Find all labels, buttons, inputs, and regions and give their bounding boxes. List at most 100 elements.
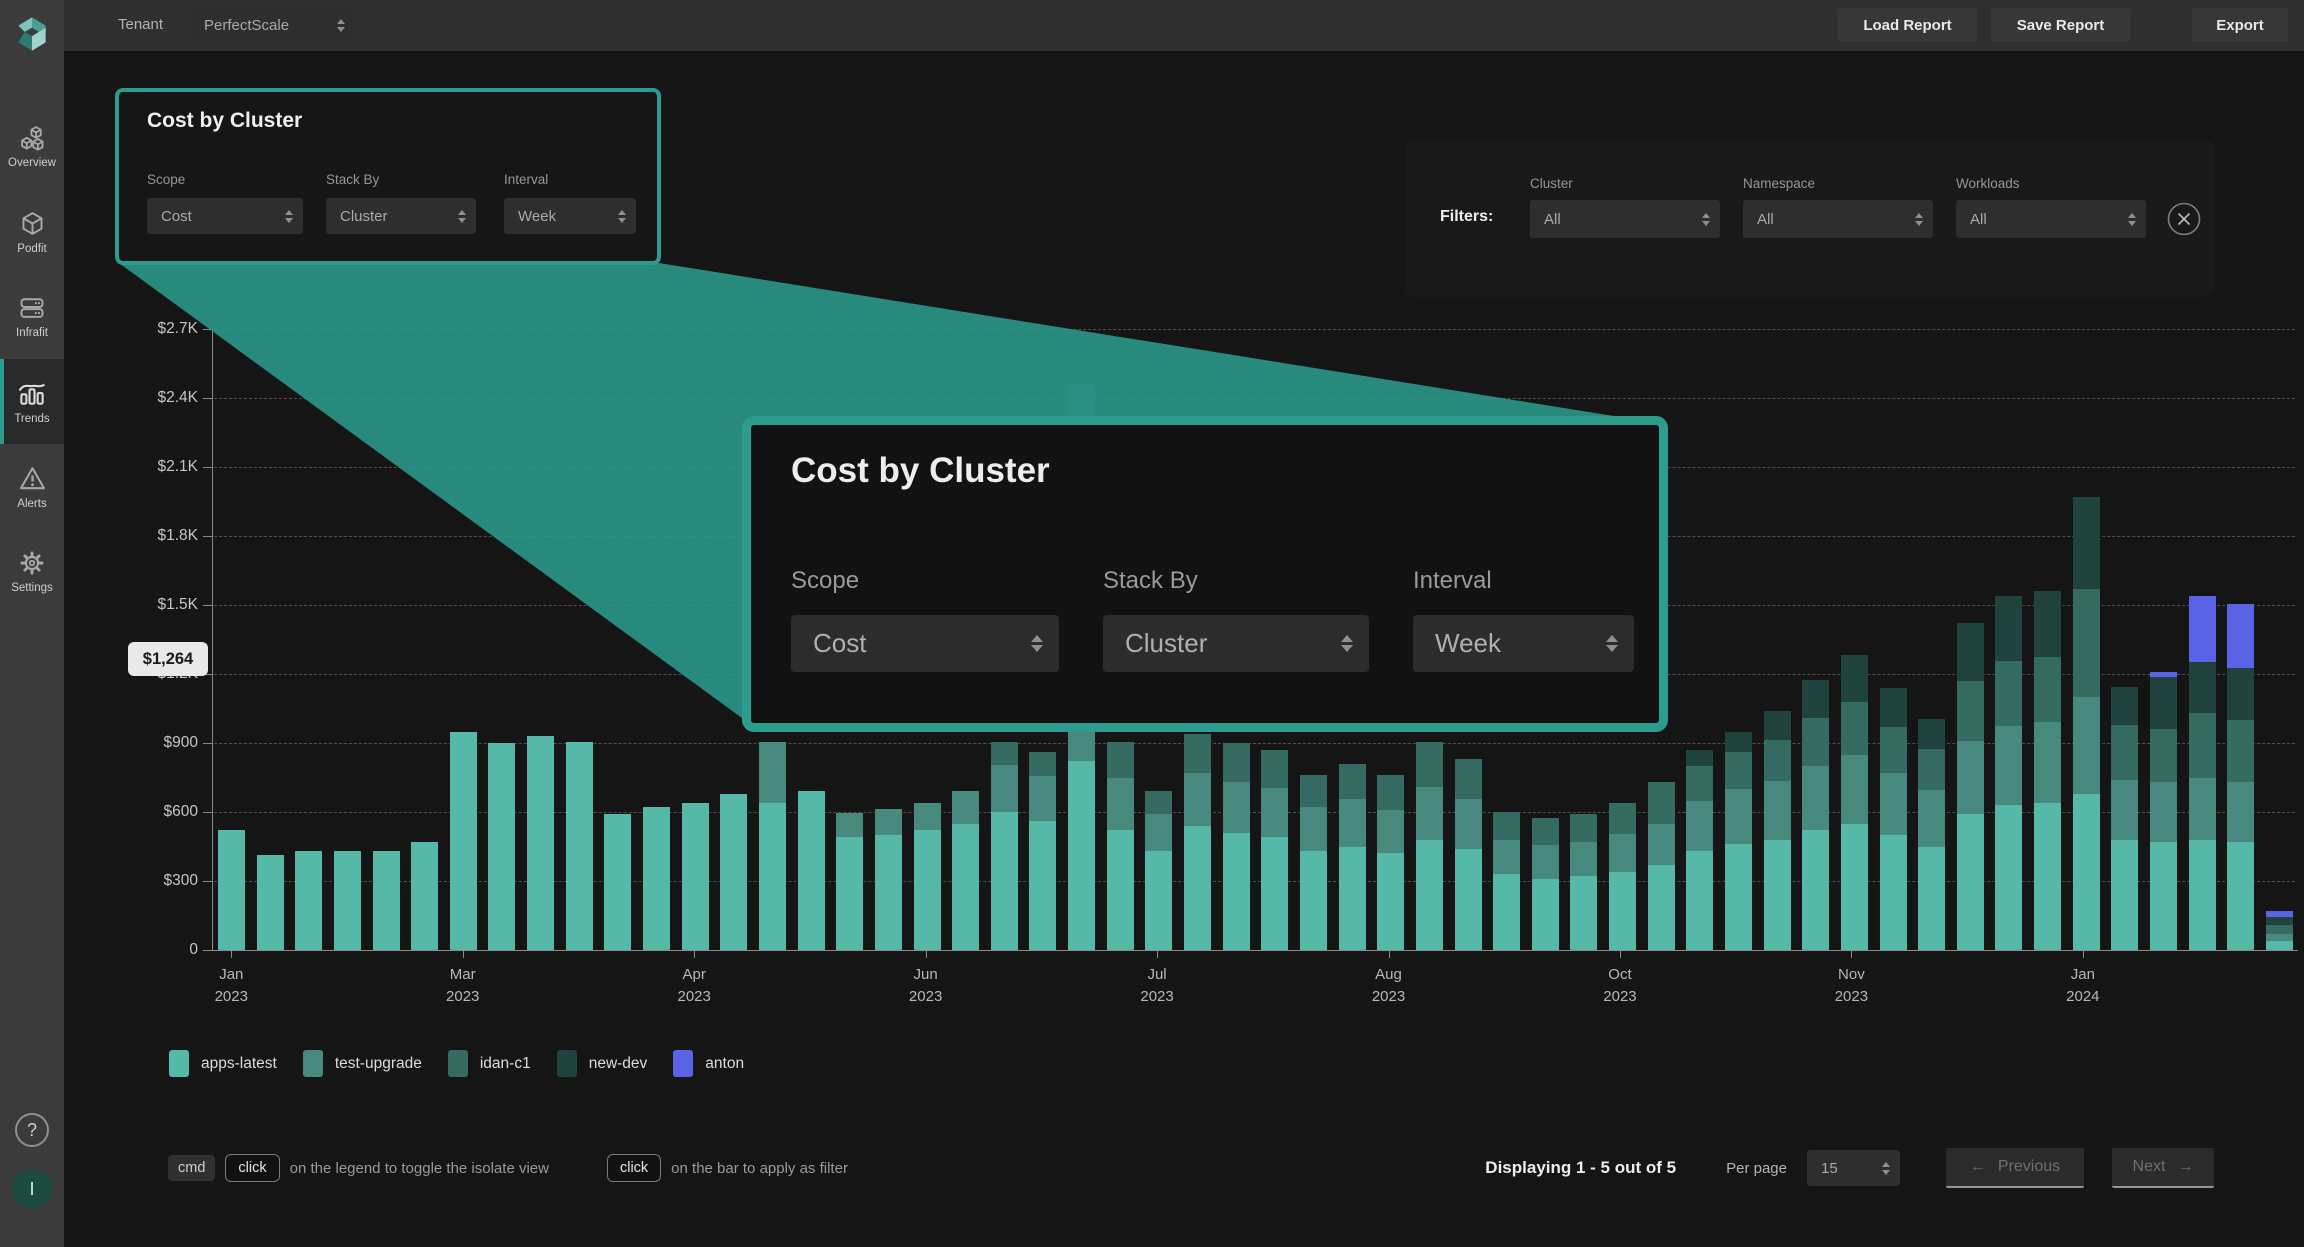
bar[interactable]	[2034, 591, 2061, 950]
x-tick-label: Jan2024	[2066, 964, 2099, 1008]
previous-button[interactable]: ← Previous	[1946, 1148, 2084, 1188]
y-tick	[203, 536, 212, 537]
bar-segment-apps-latest	[914, 830, 941, 950]
bar[interactable]	[798, 791, 825, 950]
bar[interactable]	[1609, 803, 1636, 950]
pagination: Displaying 1 - 5 out of 5 Per page 15 ← …	[1485, 1146, 2214, 1190]
bar[interactable]	[1184, 734, 1211, 950]
bar[interactable]	[1377, 775, 1404, 950]
sidebar-item-overview[interactable]: Overview	[0, 104, 64, 189]
bar[interactable]	[1725, 732, 1752, 951]
callout-scope-select[interactable]: Cost	[791, 615, 1059, 672]
bar[interactable]	[527, 736, 554, 950]
filter-cluster-select[interactable]: All	[1530, 200, 1720, 238]
bar-segment-test-upgrade	[1377, 810, 1404, 854]
bar-segment-apps-latest	[1416, 840, 1443, 950]
avatar[interactable]: I	[12, 1169, 52, 1209]
tenant-select[interactable]: PerfectScale	[190, 9, 355, 42]
bar[interactable]	[257, 855, 284, 950]
filters-panel: Filters: ClusterAllNamespaceAllWorkloads…	[1405, 140, 2215, 297]
bar[interactable]	[604, 814, 631, 950]
bar[interactable]	[2266, 911, 2293, 950]
sidebar: OverviewPodfit Infrafit Trends Alerts Se…	[0, 0, 64, 1247]
x-tick	[2083, 950, 2084, 958]
sidebar-item-trends[interactable]: Trends	[0, 359, 64, 444]
bar[interactable]	[2111, 687, 2138, 950]
bar[interactable]	[1648, 782, 1675, 950]
bar[interactable]	[1764, 711, 1791, 950]
sidebar-item-infrafit[interactable]: Infrafit	[0, 274, 64, 359]
clear-filters-icon[interactable]	[2167, 202, 2201, 236]
sidebar-item-alerts[interactable]: Alerts	[0, 444, 64, 529]
bar[interactable]	[1455, 759, 1482, 950]
bar[interactable]	[991, 742, 1018, 950]
load-report-button[interactable]: Load Report	[1838, 8, 1977, 42]
bar[interactable]	[1029, 752, 1056, 950]
bar[interactable]	[218, 830, 245, 950]
bar[interactable]	[643, 807, 670, 950]
bar[interactable]	[1957, 623, 1984, 950]
legend-item-test-upgrade[interactable]: test-upgrade	[303, 1050, 422, 1077]
bar[interactable]	[1416, 742, 1443, 950]
legend-item-new-dev[interactable]: new-dev	[557, 1050, 648, 1077]
bar[interactable]	[1300, 775, 1327, 950]
callout-interval-select[interactable]: Week	[1413, 615, 1634, 672]
legend-item-idan-c1[interactable]: idan-c1	[448, 1050, 531, 1077]
bar[interactable]	[1339, 764, 1366, 950]
callout-stackby-select[interactable]: Cluster	[1103, 615, 1369, 672]
bar[interactable]	[1841, 654, 1868, 950]
bar[interactable]	[1261, 750, 1288, 950]
bar[interactable]	[1145, 791, 1172, 950]
save-report-button[interactable]: Save Report	[1991, 8, 2130, 42]
bar[interactable]	[1570, 814, 1597, 950]
bar[interactable]	[1995, 596, 2022, 950]
interval-select[interactable]: Week	[504, 198, 636, 234]
bar-segment-test-upgrade	[1339, 799, 1366, 846]
bar[interactable]	[1532, 818, 1559, 950]
bar-segment-idan-c1	[2073, 589, 2100, 697]
bar[interactable]	[1802, 680, 1829, 950]
stackby-select[interactable]: Cluster	[326, 198, 476, 234]
scope-select[interactable]: Cost	[147, 198, 303, 234]
bar[interactable]	[488, 743, 515, 950]
next-button[interactable]: Next →	[2112, 1148, 2214, 1188]
bar[interactable]	[373, 851, 400, 950]
bar[interactable]	[295, 851, 322, 950]
bar[interactable]	[334, 851, 361, 950]
bar[interactable]	[1223, 743, 1250, 950]
bar[interactable]	[759, 742, 786, 950]
spinner-icon	[458, 210, 466, 223]
bar[interactable]	[875, 809, 902, 950]
bar[interactable]	[1880, 688, 1907, 950]
sidebar-item-podfit[interactable]: Podfit	[0, 189, 64, 274]
bar[interactable]	[952, 791, 979, 950]
bar[interactable]	[1107, 742, 1134, 950]
bar[interactable]	[450, 732, 477, 951]
bar[interactable]	[1493, 812, 1520, 950]
bar[interactable]	[411, 842, 438, 950]
legend-item-apps-latest[interactable]: apps-latest	[169, 1050, 277, 1077]
filter-workloads-select[interactable]: All	[1956, 200, 2146, 238]
legend-item-anton[interactable]: anton	[673, 1050, 744, 1077]
bar-segment-apps-latest	[1261, 837, 1288, 950]
bar-segment-test-upgrade	[2034, 722, 2061, 802]
filter-namespace-select[interactable]: All	[1743, 200, 1933, 238]
bar-segment-test-upgrade	[1493, 840, 1520, 874]
bar[interactable]	[566, 742, 593, 950]
bar[interactable]	[836, 813, 863, 950]
export-button[interactable]: Export	[2192, 8, 2288, 42]
bar[interactable]	[1686, 750, 1713, 950]
bar[interactable]	[2189, 596, 2216, 950]
sidebar-item-label: Infrafit	[16, 327, 48, 339]
bar[interactable]	[914, 803, 941, 950]
bar[interactable]	[2073, 497, 2100, 950]
bar[interactable]	[1918, 719, 1945, 950]
per-page-select[interactable]: 15	[1807, 1150, 1900, 1186]
bar[interactable]	[720, 794, 747, 950]
bar[interactable]	[2227, 604, 2254, 950]
bar[interactable]	[2150, 672, 2177, 950]
bar[interactable]	[682, 803, 709, 950]
help-icon[interactable]: ?	[15, 1113, 49, 1147]
sidebar-item-settings[interactable]: Settings	[0, 529, 64, 614]
y-tick	[203, 881, 212, 882]
